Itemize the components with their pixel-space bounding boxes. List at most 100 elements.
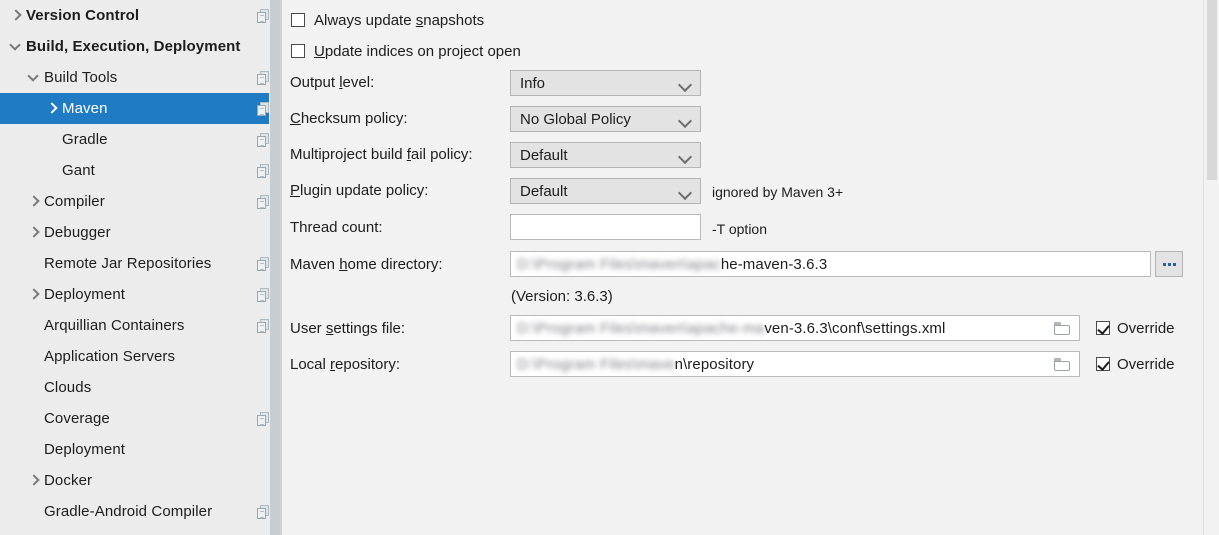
maven-settings-panel: Always update snapshots Update indices o… (282, 0, 1219, 535)
sidebar-item-build-tools[interactable]: Build Tools (0, 62, 280, 93)
multiproject-fail-policy-label: Multiproject build fail policy: (290, 146, 473, 163)
sidebar-item-label: Arquillian Containers (44, 317, 185, 334)
chevron-right-icon[interactable] (8, 0, 26, 31)
maven-home-combo-input[interactable]: D:\Program Files\maven\apac he-maven-3.6.… (510, 251, 1151, 277)
sidebar-item-arquillian-containers[interactable]: Arquillian Containers (0, 310, 280, 341)
thread-count-hint: -T option (712, 221, 767, 237)
user-settings-override-row[interactable]: Override (1096, 318, 1175, 338)
maven-home-label: Maven home directory: (290, 256, 443, 273)
chevron-down-icon[interactable] (26, 62, 44, 93)
update-indices-row[interactable]: Update indices on project open (291, 41, 521, 61)
sidebar-item-label: Maven (62, 100, 108, 117)
sidebar-item-label: Application Servers (44, 348, 176, 365)
maven-home-browse-button[interactable] (1155, 251, 1183, 277)
local-repository-override-label: Override (1117, 355, 1175, 373)
local-repository-input[interactable]: D:\Program Files\mave n\repository (510, 351, 1080, 377)
sidebar-item-docker[interactable]: Docker (0, 465, 280, 496)
sidebar-item-gradle[interactable]: Gradle (0, 124, 280, 155)
maven-version-note: (Version: 3.6.3) (511, 288, 613, 305)
sidebar-item-label: Version Control (26, 7, 140, 24)
chevron-down-icon[interactable] (8, 31, 26, 62)
chevron-right-icon[interactable] (44, 93, 62, 124)
sidebar-item-label: Coverage (44, 410, 110, 427)
user-settings-override-label: Override (1117, 319, 1175, 337)
multiproject-fail-policy-combo[interactable]: Default (510, 142, 701, 168)
local-repository-label: Local repository: (290, 356, 401, 373)
sidebar-item-remote-jar-repositories[interactable]: Remote Jar Repositories (0, 248, 280, 279)
user-settings-override-checkbox[interactable] (1096, 321, 1110, 335)
local-repository-value: n\repository (674, 355, 755, 373)
checksum-policy-label: Checksum policy: (290, 110, 408, 127)
chevron-down-icon (677, 185, 693, 201)
ellipsis-dot (1162, 262, 1166, 266)
sidebar-item-label: Deployment (44, 286, 126, 303)
plugin-update-policy-combo[interactable]: Default (510, 178, 701, 204)
update-indices-checkbox[interactable] (291, 44, 305, 58)
local-repository-override-checkbox[interactable] (1096, 357, 1110, 371)
sidebar-item-deployment[interactable]: Deployment (0, 279, 280, 310)
sidebar-item-coverage[interactable]: Coverage (0, 403, 280, 434)
checksum-policy-value: No Global Policy (520, 110, 631, 128)
local-repository-value-redacted: D:\Program Files\mave (517, 355, 675, 373)
sidebar-item-compiler[interactable]: Compiler (0, 186, 280, 217)
checksum-policy-combo[interactable]: No Global Policy (510, 106, 701, 132)
sidebar-item-label: Remote Jar Repositories (44, 255, 212, 272)
always-update-snapshots-label: Always update snapshots (314, 11, 485, 29)
sidebar-item-label: Debugger (44, 224, 111, 241)
chevron-right-icon[interactable] (26, 279, 44, 310)
sidebar-item-clouds[interactable]: Clouds (0, 372, 280, 403)
settings-category-tree[interactable]: Version Control Build, Execution, Deploym… (0, 0, 280, 535)
update-indices-label: Update indices on project open (314, 42, 521, 60)
sidebar-item-label: Build, Execution, Deployment (26, 38, 241, 55)
main-scrollbar-thumb[interactable] (1207, 0, 1217, 180)
plugin-update-policy-label: Plugin update policy: (290, 182, 429, 199)
sidebar-item-gradle-android-compiler[interactable]: Gradle-Android Compiler (0, 496, 280, 527)
always-update-snapshots-row[interactable]: Always update snapshots (291, 10, 484, 30)
user-settings-file-label: User settings file: (290, 320, 406, 337)
plugin-update-policy-value: Default (520, 182, 568, 200)
output-level-combo[interactable]: Info (510, 70, 701, 96)
sidebar-item-label: Gant (62, 162, 95, 179)
settings-dialog: Version Control Build, Execution, Deploym… (0, 0, 1219, 535)
ellipsis-dot (1167, 262, 1171, 266)
always-update-snapshots-checkbox[interactable] (291, 13, 305, 27)
chevron-down-icon (677, 77, 693, 93)
sidebar-scrollbar[interactable] (269, 0, 280, 535)
user-settings-file-value: ven-3.6.3\conf\settings.xml (764, 319, 946, 337)
sidebar-item-label: Compiler (44, 193, 105, 210)
thread-count-input[interactable] (510, 214, 701, 240)
sidebar-item-gant[interactable]: Gant (0, 155, 280, 186)
sidebar-item-build-execution-deployment[interactable]: Build, Execution, Deployment (0, 31, 280, 62)
sidebar-item-application-servers[interactable]: Application Servers (0, 341, 280, 372)
folder-icon[interactable] (1054, 322, 1070, 335)
sidebar-item-label: Docker (44, 472, 93, 489)
sidebar-item-maven[interactable]: Maven (0, 93, 280, 124)
plugin-update-policy-hint: ignored by Maven 3+ (712, 184, 844, 200)
sidebar-item-version-control[interactable]: Version Control (0, 0, 280, 31)
main-scrollbar[interactable] (1203, 0, 1219, 535)
sidebar-item-deployment[interactable]: Deployment (0, 434, 280, 465)
sidebar-scrollbar-thumb[interactable] (270, 0, 280, 535)
local-repository-override-row[interactable]: Override (1096, 354, 1175, 374)
user-settings-file-input[interactable]: D:\Program Files\maven\apache-ma ven-3.6.… (510, 315, 1080, 341)
multiproject-fail-policy-value: Default (520, 146, 568, 164)
sidebar-item-label: Gradle (62, 131, 108, 148)
chevron-right-icon[interactable] (26, 186, 44, 217)
output-level-value: Info (520, 74, 546, 92)
sidebar-item-debugger[interactable]: Debugger (0, 217, 280, 248)
chevron-right-icon[interactable] (26, 465, 44, 496)
folder-icon[interactable] (1054, 358, 1070, 371)
user-settings-file-value-redacted: D:\Program Files\maven\apache-ma (517, 319, 765, 337)
chevron-right-icon[interactable] (26, 217, 44, 248)
maven-home-value-redacted: D:\Program Files\maven\apac (517, 255, 721, 273)
chevron-down-icon (677, 113, 693, 129)
output-level-label: Output level: (290, 74, 375, 91)
